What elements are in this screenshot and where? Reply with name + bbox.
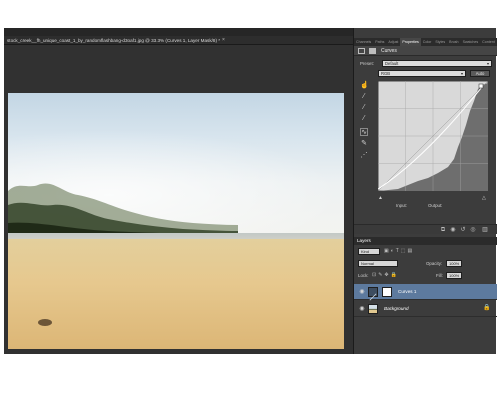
close-icon[interactable]: × xyxy=(222,36,225,45)
opacity-field[interactable]: 100% xyxy=(446,260,462,267)
lock-option-icons[interactable]: ⊡✎✥🔒 xyxy=(372,272,399,279)
properties-footer: ⧉ ◉ ↺ ◎ ▥ xyxy=(354,224,497,234)
curve-point[interactable] xyxy=(478,83,484,89)
chevron-down-icon: ▾ xyxy=(460,71,463,76)
gray-point-eyedropper-icon[interactable]: ⁄ xyxy=(360,104,368,112)
panel-tab-bar: Channels Paths Adjust Properties Color S… xyxy=(354,38,497,46)
chevron-down-icon: ▾ xyxy=(486,61,489,66)
black-point-eyedropper-icon[interactable]: ⁄ xyxy=(360,93,368,101)
properties-header: Curves xyxy=(354,46,497,56)
canvas-area[interactable] xyxy=(4,45,353,354)
adjustment-icon xyxy=(358,48,365,54)
opacity-value: 100% xyxy=(449,261,460,266)
filter-icons[interactable]: ▣◐T⬚▤ xyxy=(384,248,414,255)
channel-value: RGB xyxy=(381,71,391,76)
black-slider-icon[interactable]: ▲ xyxy=(378,194,383,202)
lock-row: Lock: ⊡✎✥🔒 Fill: 100% xyxy=(354,271,497,281)
curve-point-icon[interactable]: ∿ xyxy=(360,128,368,136)
properties-title: Curves xyxy=(381,48,397,54)
tab-adjust[interactable]: Adjust xyxy=(386,38,400,46)
fill-field[interactable]: 100% xyxy=(446,272,462,279)
document-tab[interactable]: stock_creek__fh_unique_coast_1_by_random… xyxy=(4,36,353,45)
fill-label: Fill: xyxy=(436,273,443,278)
preset-dropdown[interactable]: Default ▾ xyxy=(382,60,492,67)
tab-content[interactable]: Content xyxy=(480,38,497,46)
channel-dropdown[interactable]: RGB ▾ xyxy=(378,70,466,77)
mask-icon[interactable] xyxy=(369,48,376,54)
fill-value: 100% xyxy=(449,273,460,278)
photo-sand-hole xyxy=(38,319,52,326)
tab-swatches[interactable]: Swatches xyxy=(461,38,481,46)
lock-icon: 🔒 xyxy=(483,305,491,311)
reset-icon[interactable]: ↺ xyxy=(460,227,466,233)
layers-panel-header: Layers xyxy=(354,237,497,245)
tab-properties[interactable]: Properties xyxy=(400,38,421,46)
layer-filter-row: Kind ▣◐T⬚▤ xyxy=(354,247,497,257)
blend-row: Normal Opacity: 100% xyxy=(354,259,497,269)
lock-label: Lock: xyxy=(358,273,369,278)
tab-paths[interactable]: Paths xyxy=(373,38,386,46)
input-label: Input: xyxy=(396,203,407,208)
blend-mode-dropdown[interactable]: Normal xyxy=(358,260,398,267)
trash-icon[interactable]: ▥ xyxy=(482,227,488,233)
tab-brush[interactable]: Brush xyxy=(447,38,460,46)
kind-value: Kind xyxy=(361,249,370,254)
curves-adjustment-thumbnail xyxy=(368,287,378,301)
pencil-icon[interactable]: ✎ xyxy=(360,140,368,148)
background-thumbnail xyxy=(368,304,378,314)
view-previous-icon[interactable]: ◉ xyxy=(450,227,456,233)
beach-photo[interactable] xyxy=(8,93,344,349)
curve-tools: ☝ ⁄ ⁄ ⁄ ∿ ✎ ⋰ xyxy=(360,82,369,162)
preset-row: Preset: Default ▾ xyxy=(358,60,493,68)
layers-title[interactable]: Layers xyxy=(357,237,371,245)
preset-value: Default xyxy=(385,61,399,66)
photo-sand xyxy=(8,239,344,349)
smooth-icon[interactable]: ⋰ xyxy=(360,152,368,160)
eye-icon[interactable]: ◉ xyxy=(358,305,366,313)
clip-icon[interactable]: ⧉ xyxy=(440,227,446,233)
white-point-eyedropper-icon[interactable]: ⁄ xyxy=(360,115,368,123)
layer-name[interactable]: Curves 1 xyxy=(398,284,416,300)
auto-button[interactable]: Auto xyxy=(470,70,490,77)
tab-channels[interactable]: Channels xyxy=(354,38,373,46)
tab-color[interactable]: Color xyxy=(421,38,434,46)
blend-mode-value: Normal xyxy=(361,261,374,266)
tab-styles[interactable]: Styles xyxy=(433,38,447,46)
eye-icon[interactable]: ◉ xyxy=(358,288,366,296)
visibility-icon[interactable]: ◎ xyxy=(470,227,476,233)
layer-name[interactable]: Background xyxy=(384,301,409,317)
layer-background[interactable]: ◉ Background 🔒 xyxy=(354,301,497,317)
pointer-hand-icon[interactable]: ☝ xyxy=(360,82,369,90)
preset-label: Preset: xyxy=(360,61,374,66)
opacity-label: Opacity: xyxy=(426,261,443,266)
layer-mask-thumbnail[interactable] xyxy=(382,287,392,297)
kind-dropdown[interactable]: Kind xyxy=(358,248,380,255)
document-title: stock_creek__fh_unique_coast_1_by_random… xyxy=(7,38,221,43)
white-slider-icon[interactable]: △ xyxy=(482,194,486,202)
curve-io-labels: ▲ Input: Output: △ xyxy=(378,194,488,208)
layer-curves-1[interactable]: ◉ Curves 1 xyxy=(354,284,497,301)
right-panel: Channels Paths Adjust Properties Color S… xyxy=(353,28,497,354)
photoshop-window: stock_creek__fh_unique_coast_1_by_random… xyxy=(4,28,497,354)
curves-graph[interactable] xyxy=(378,81,488,191)
output-label: Output: xyxy=(428,203,443,208)
